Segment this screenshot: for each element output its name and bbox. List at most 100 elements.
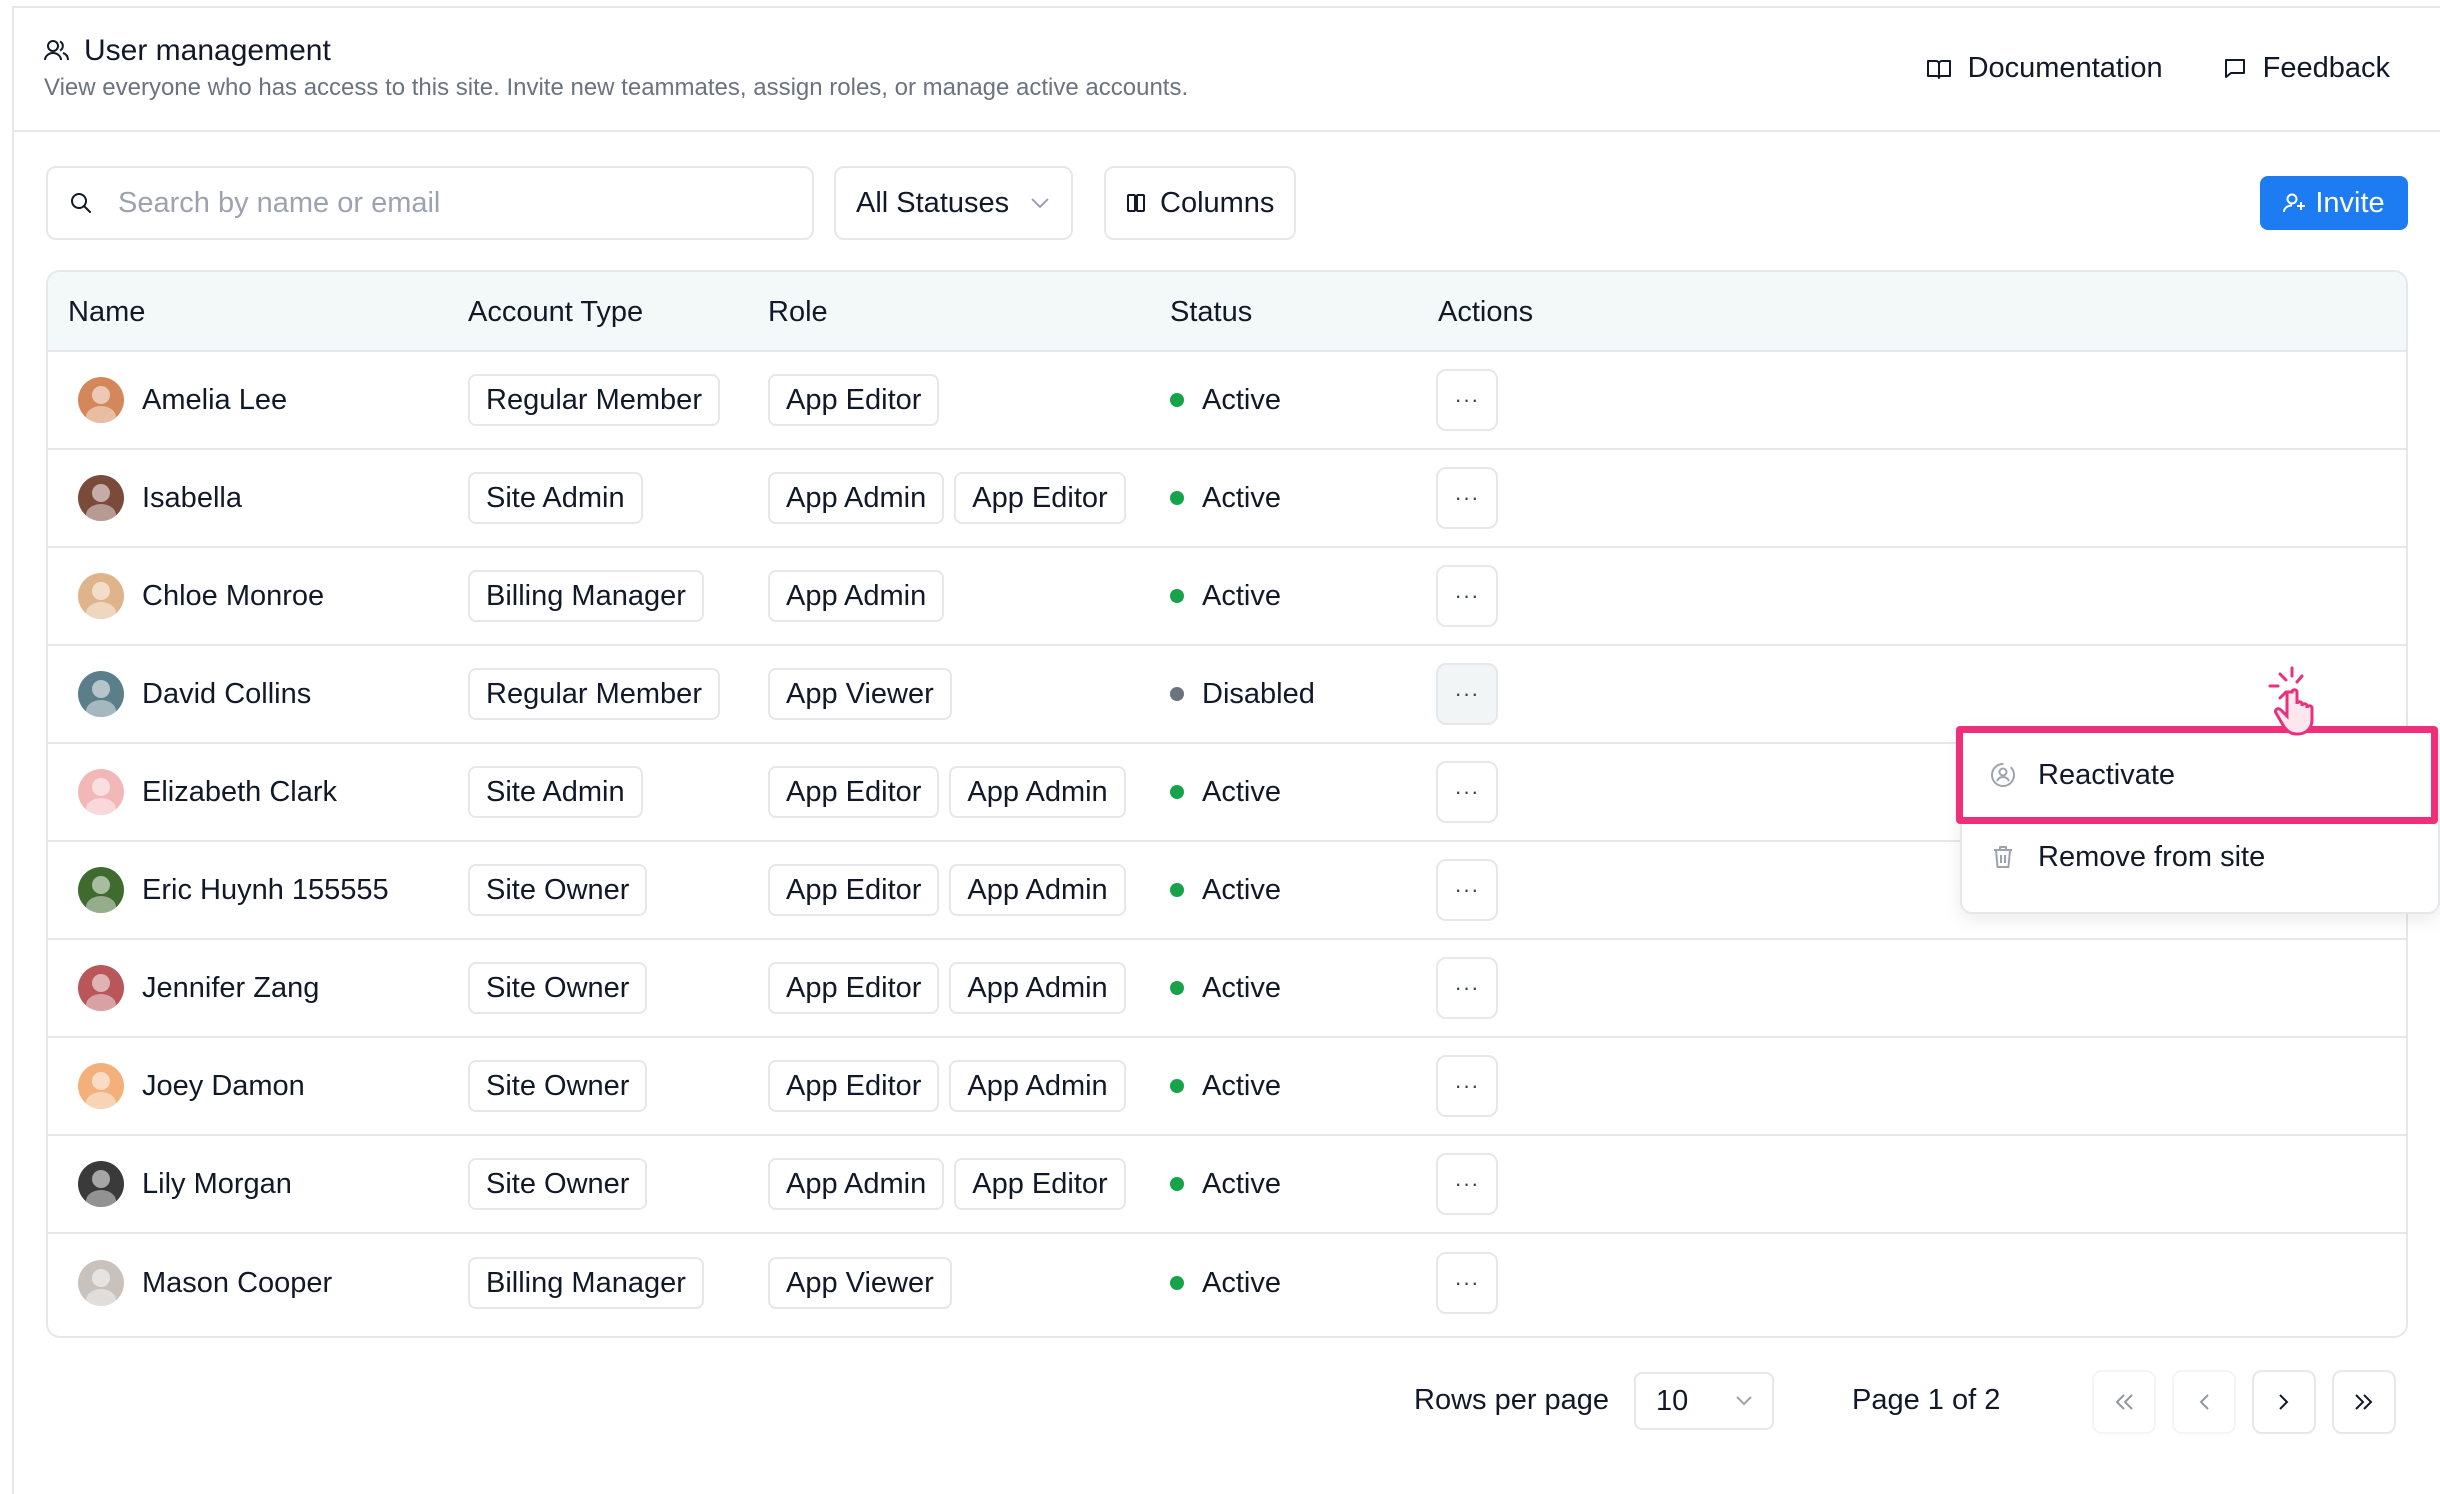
account-type-tag: Site Owner xyxy=(468,1158,648,1210)
column-header-actions: Actions xyxy=(1438,296,1534,328)
actions-cell: ··· xyxy=(1436,352,1498,448)
column-header-role: Role xyxy=(768,296,828,328)
role-tag: App Editor xyxy=(954,1158,1126,1210)
user-name: Lily Morgan xyxy=(142,1167,292,1200)
status-cell: Active xyxy=(1170,1136,1281,1232)
remove-from-site-menu-item[interactable]: Remove from site xyxy=(1962,822,2438,892)
actions-cell: ··· xyxy=(1436,646,1498,742)
role-cell: App Editor App Admin xyxy=(768,1038,1136,1134)
message-square-icon xyxy=(2224,58,2245,78)
column-header-name: Name xyxy=(68,296,146,328)
columns-label: Columns xyxy=(1160,186,1275,219)
status-filter-select[interactable]: All Statuses xyxy=(834,166,1074,240)
actions-cell: ··· xyxy=(1436,1234,1498,1332)
table-row: Mason Cooper Billing Manager App Viewer … xyxy=(48,1234,2406,1332)
account-type-cell: Site Owner xyxy=(468,1038,657,1134)
role-cell: App Viewer xyxy=(768,1234,962,1332)
user-name: Elizabeth Clark xyxy=(142,775,338,808)
rows-per-page-select[interactable]: 10 xyxy=(1634,1372,1774,1430)
user-name: Amelia Lee xyxy=(142,383,288,416)
role-cell: App Admin App Editor xyxy=(768,1136,1136,1232)
avatar xyxy=(78,1161,124,1207)
table-row: Chloe Monroe Billing Manager App Admin A… xyxy=(48,548,2406,646)
actions-cell: ··· xyxy=(1436,1136,1498,1232)
row-actions-button[interactable]: ··· xyxy=(1436,1153,1498,1215)
search-input[interactable] xyxy=(118,186,758,220)
last-page-button[interactable] xyxy=(2332,1370,2396,1434)
user-cell: Jennifer Zang xyxy=(78,940,319,1036)
account-type-tag: Billing Manager xyxy=(468,1257,704,1309)
user-cell: Eric Huynh 155555 xyxy=(78,842,389,938)
avatar xyxy=(78,769,124,815)
status-dot xyxy=(1170,687,1184,701)
status-badge: Active xyxy=(1170,1168,1281,1201)
reactivate-menu-item[interactable]: Reactivate xyxy=(1962,740,2438,810)
row-actions-button[interactable]: ··· xyxy=(1436,859,1498,921)
invite-button[interactable]: Invite xyxy=(2260,176,2408,230)
documentation-link[interactable]: Documentation xyxy=(1926,52,2163,85)
row-actions-button[interactable]: ··· xyxy=(1436,1252,1498,1314)
actions-cell: ··· xyxy=(1436,940,1498,1036)
status-cell: Active xyxy=(1170,940,1281,1036)
status-label: Disabled xyxy=(1202,677,1315,710)
status-cell: Active xyxy=(1170,352,1281,448)
chevron-left-icon xyxy=(2199,1394,2209,1410)
header-links: Documentation Feedback xyxy=(1926,52,2390,85)
status-badge: Active xyxy=(1170,874,1281,907)
account-type-cell: Site Admin xyxy=(468,450,653,546)
remove-from-site-label: Remove from site xyxy=(2038,840,2266,873)
row-actions-button[interactable]: ··· xyxy=(1436,369,1498,431)
row-actions-button[interactable]: ··· xyxy=(1436,663,1498,725)
status-badge: Active xyxy=(1170,384,1281,417)
avatar xyxy=(78,867,124,913)
status-cell: Active xyxy=(1170,450,1281,546)
status-cell: Active xyxy=(1170,548,1281,644)
avatar xyxy=(78,377,124,423)
role-tag: App Editor xyxy=(768,766,940,818)
row-actions-button[interactable]: ··· xyxy=(1436,761,1498,823)
first-page-button[interactable] xyxy=(2092,1370,2156,1434)
status-label: Active xyxy=(1202,1069,1281,1102)
chevrons-right-icon xyxy=(2355,1394,2373,1410)
chevron-right-icon xyxy=(2279,1394,2289,1410)
account-type-tag: Site Admin xyxy=(468,472,643,524)
account-type-cell: Regular Member xyxy=(468,352,730,448)
actions-cell: ··· xyxy=(1436,450,1498,546)
documentation-label: Documentation xyxy=(1967,52,2163,84)
row-actions-button[interactable]: ··· xyxy=(1436,565,1498,627)
previous-page-button[interactable] xyxy=(2172,1370,2236,1434)
page-indicator: Page 1 of 2 xyxy=(1852,1384,2001,1416)
pointer-hand-icon xyxy=(2268,666,2314,736)
account-type-cell: Site Owner xyxy=(468,842,657,938)
status-dot xyxy=(1170,393,1184,407)
status-label: Active xyxy=(1202,775,1281,808)
account-type-cell: Site Admin xyxy=(468,744,653,840)
columns-button[interactable]: Columns xyxy=(1104,166,1297,240)
user-refresh-icon xyxy=(1991,763,2015,787)
book-icon xyxy=(1926,59,1951,79)
page-title: User management xyxy=(84,34,331,67)
row-actions-button[interactable]: ··· xyxy=(1436,957,1498,1019)
role-tag: App Viewer xyxy=(768,668,952,720)
status-badge: Active xyxy=(1170,580,1281,613)
more-horizontal-icon: ··· xyxy=(1454,1270,1480,1295)
search-box[interactable] xyxy=(46,166,814,240)
more-horizontal-icon: ··· xyxy=(1454,583,1480,608)
table-row: Jennifer Zang Site Owner App Editor App A… xyxy=(48,940,2406,1038)
row-actions-button[interactable]: ··· xyxy=(1436,1055,1498,1117)
status-dot xyxy=(1170,1177,1184,1191)
status-cell: Active xyxy=(1170,842,1281,938)
status-label: Active xyxy=(1202,873,1281,906)
status-badge: Active xyxy=(1170,1070,1281,1103)
feedback-link[interactable]: Feedback xyxy=(2223,52,2390,85)
role-tag: App Editor xyxy=(768,374,940,426)
status-badge: Active xyxy=(1170,972,1281,1005)
role-cell: App Admin xyxy=(768,548,954,644)
row-actions-button[interactable]: ··· xyxy=(1436,467,1498,529)
next-page-button[interactable] xyxy=(2252,1370,2316,1434)
role-cell: App Editor App Admin xyxy=(768,940,1136,1036)
role-tag: App Admin xyxy=(768,472,945,524)
account-type-cell: Site Owner xyxy=(468,940,657,1036)
user-cell: Joey Damon xyxy=(78,1038,305,1134)
status-badge: Disabled xyxy=(1170,678,1315,711)
